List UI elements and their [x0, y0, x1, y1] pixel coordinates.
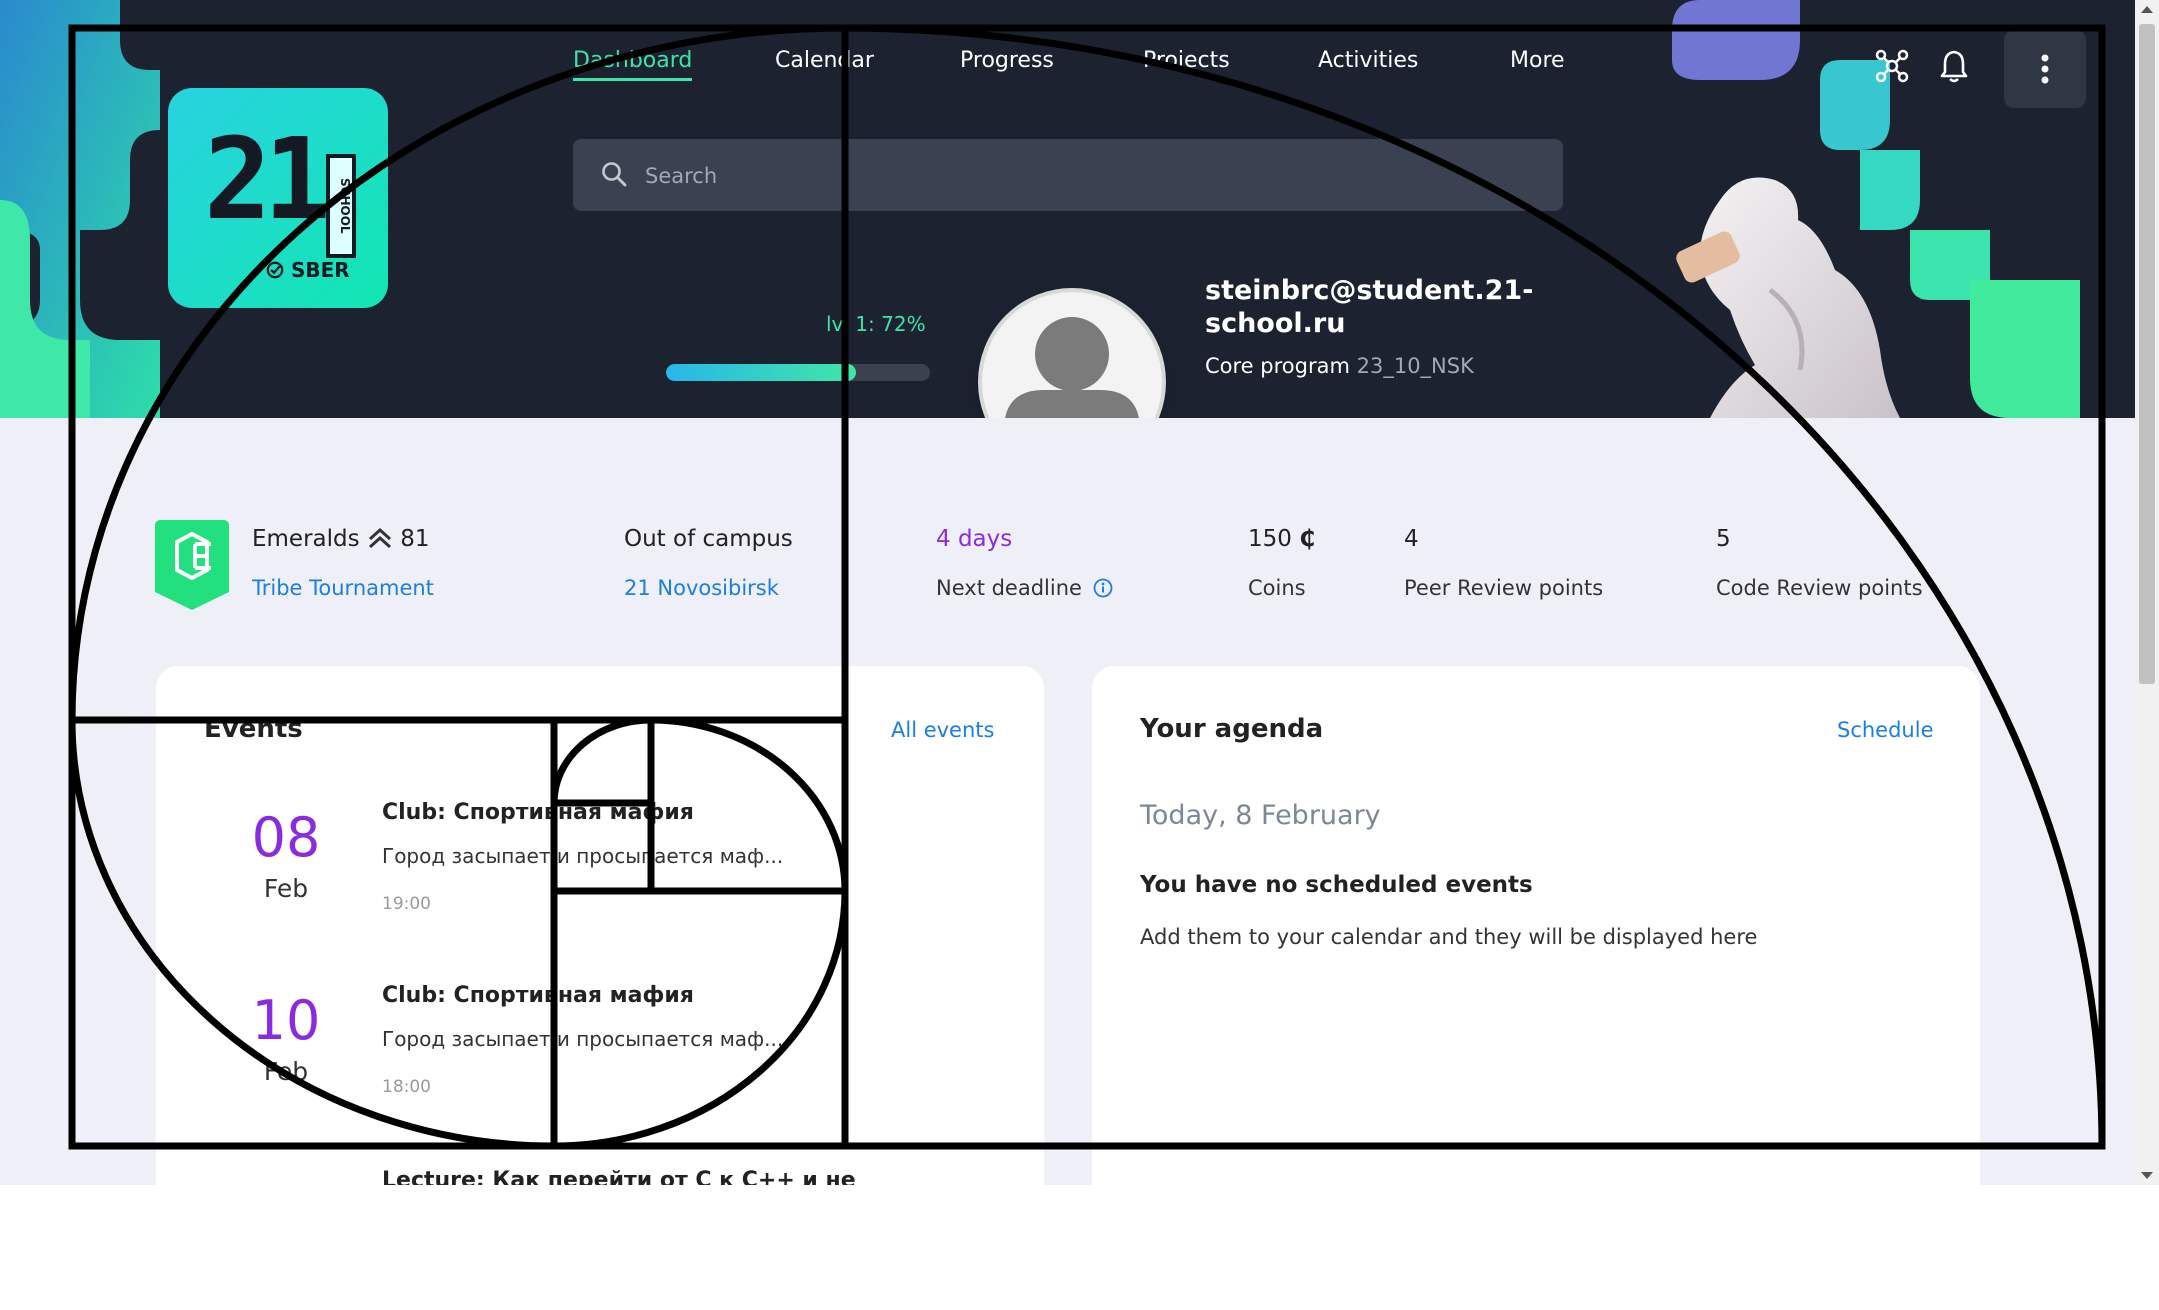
level-label: lvl 1: 72%	[826, 312, 926, 336]
code-review-label: Code Review points	[1716, 576, 1923, 600]
nav-progress[interactable]: Progress	[960, 48, 1054, 73]
events-title: Events	[204, 714, 303, 744]
scroll-down-arrow-icon[interactable]	[2141, 1172, 2153, 1179]
peer-review-label: Peer Review points	[1404, 576, 1604, 600]
logo-vertical-text: SCHOOL	[326, 154, 356, 258]
level-progress-fill	[666, 364, 857, 381]
agenda-card: Your agenda Schedule Today, 8 February Y…	[1092, 666, 1980, 1185]
campus-link[interactable]: 21 Novosibirsk	[624, 576, 779, 600]
deadline-value: 4 days	[936, 526, 1013, 552]
profile-header: 21 SCHOOL SBER Dashboard Calendar Progre…	[0, 0, 2135, 418]
sber-check-icon	[266, 261, 284, 279]
search-input[interactable]	[643, 139, 1527, 213]
event-day: 10	[251, 989, 321, 1052]
campus-status: Out of campus	[624, 526, 793, 552]
program-label: Core program	[1205, 354, 1350, 378]
event-time: 18:00	[382, 1077, 431, 1097]
more-menu-button[interactable]	[2004, 30, 2086, 108]
schedule-link[interactable]: Schedule	[1837, 718, 1934, 742]
more-vertical-icon	[2041, 54, 2049, 84]
user-avatar[interactable]	[978, 288, 1166, 418]
coin-icon: ₵	[1299, 526, 1316, 552]
tribe-tournament-link[interactable]: Tribe Tournament	[252, 576, 434, 600]
stat-tribe: Emeralds 81 Tribe Tournament	[252, 526, 434, 600]
code-review-value: 5	[1716, 526, 1731, 552]
search-box[interactable]	[573, 139, 1563, 213]
user-email: steinbrc@student.21-school.ru	[1205, 275, 1534, 339]
coins-label: Coins	[1248, 576, 1306, 600]
thinker-statue-image	[1676, 177, 1900, 418]
agenda-title: Your agenda	[1140, 714, 1324, 744]
search-icon	[602, 162, 627, 187]
stat-coins: 150 ₵ Coins	[1248, 526, 1316, 600]
stat-peer-review: 4 Peer Review points	[1404, 526, 1603, 600]
event-description: Город засыпает и просыпается маф...	[382, 844, 784, 868]
user-placeholder-icon	[1005, 317, 1139, 418]
bell-icon	[1940, 50, 1968, 83]
page-viewport: 21 SCHOOL SBER Dashboard Calendar Progre…	[0, 0, 2135, 1185]
stat-campus: Out of campus 21 Novosibirsk	[624, 526, 793, 600]
event-title: Club: Спортивная мафия	[382, 800, 694, 825]
event-title: Club: Спортивная мафия	[382, 983, 694, 1008]
tribe-points: 81	[400, 526, 430, 552]
stat-code-review: 5 Code Review points	[1716, 526, 1923, 600]
double-chevron-up-icon	[368, 527, 391, 549]
nav-more[interactable]: More	[1510, 48, 1565, 73]
logo-sber: SBER	[266, 258, 350, 282]
scroll-up-arrow-icon[interactable]	[2141, 6, 2153, 13]
stat-deadline: 4 days Next deadline	[936, 526, 1113, 600]
event-month: Feb	[263, 874, 309, 903]
network-button[interactable]	[1872, 46, 1912, 86]
events-card: Events All events 08 Feb Club: Спортивна…	[156, 666, 1044, 1185]
program-code: 23_10_NSK	[1356, 354, 1474, 378]
all-events-link[interactable]: All events	[891, 718, 994, 742]
nav-activities[interactable]: Activities	[1318, 48, 1418, 73]
vertical-scrollbar[interactable]	[2135, 0, 2159, 1185]
nav-projects[interactable]: Projects	[1143, 48, 1230, 73]
level-progress-bar	[666, 364, 930, 381]
coins-value: 150	[1248, 526, 1292, 552]
event-title: Lecture: Как перейти от C к C++ и не	[382, 1168, 856, 1185]
deadline-label: Next deadline	[936, 576, 1082, 600]
event-month: Feb	[263, 1057, 309, 1086]
tribe-emblem-icon	[155, 520, 229, 610]
agenda-empty-title: You have no scheduled events	[1140, 872, 1533, 898]
program-info: Core program 23_10_NSK	[1205, 354, 1474, 378]
nav-dashboard[interactable]: Dashboard	[573, 48, 693, 81]
logo-brand-text: SBER	[290, 258, 350, 282]
notifications-button[interactable]	[1934, 46, 1974, 86]
tribe-name: Emeralds	[252, 526, 360, 552]
school-21-logo[interactable]: 21 SCHOOL SBER	[168, 88, 388, 308]
logo-number: 21	[204, 115, 331, 245]
agenda-empty-description: Add them to your calendar and they will …	[1140, 925, 1758, 949]
info-icon[interactable]	[1093, 578, 1113, 598]
event-description: Город засыпает и просыпается маф...	[382, 1027, 784, 1051]
event-day: 08	[251, 806, 321, 869]
scrollbar-thumb[interactable]	[2139, 24, 2155, 684]
network-icon	[1875, 49, 1909, 83]
peer-review-value: 4	[1404, 526, 1419, 552]
event-time: 19:00	[382, 894, 431, 914]
nav-calendar[interactable]: Calendar	[775, 48, 874, 73]
agenda-date: Today, 8 February	[1140, 800, 1381, 831]
